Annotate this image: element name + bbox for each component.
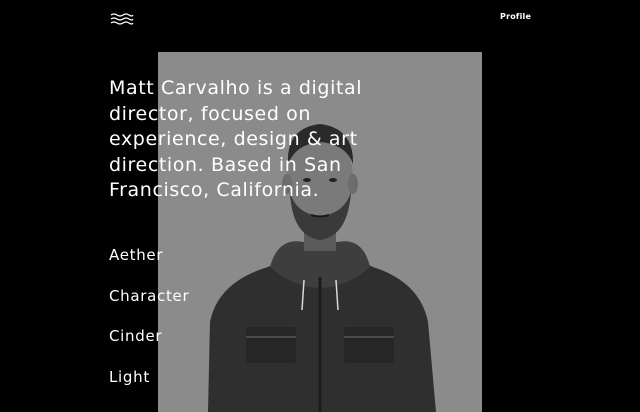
project-link-cinder[interactable]: Cinder <box>109 327 162 345</box>
profile-link[interactable]: Profile <box>500 12 531 21</box>
wave-logo-icon[interactable] <box>110 10 134 25</box>
intro-text: Matt Carvalho is a digital director, foc… <box>109 77 363 201</box>
project-item-light: Light <box>109 368 189 409</box>
project-item-aether: Aether <box>109 246 189 287</box>
project-list: Aether Character Cinder Light <box>109 246 189 408</box>
project-link-light[interactable]: Light <box>109 368 150 386</box>
project-item-character: Character <box>109 287 189 328</box>
project-item-cinder: Cinder <box>109 327 189 368</box>
project-link-aether[interactable]: Aether <box>109 246 163 264</box>
project-link-character[interactable]: Character <box>109 287 189 305</box>
